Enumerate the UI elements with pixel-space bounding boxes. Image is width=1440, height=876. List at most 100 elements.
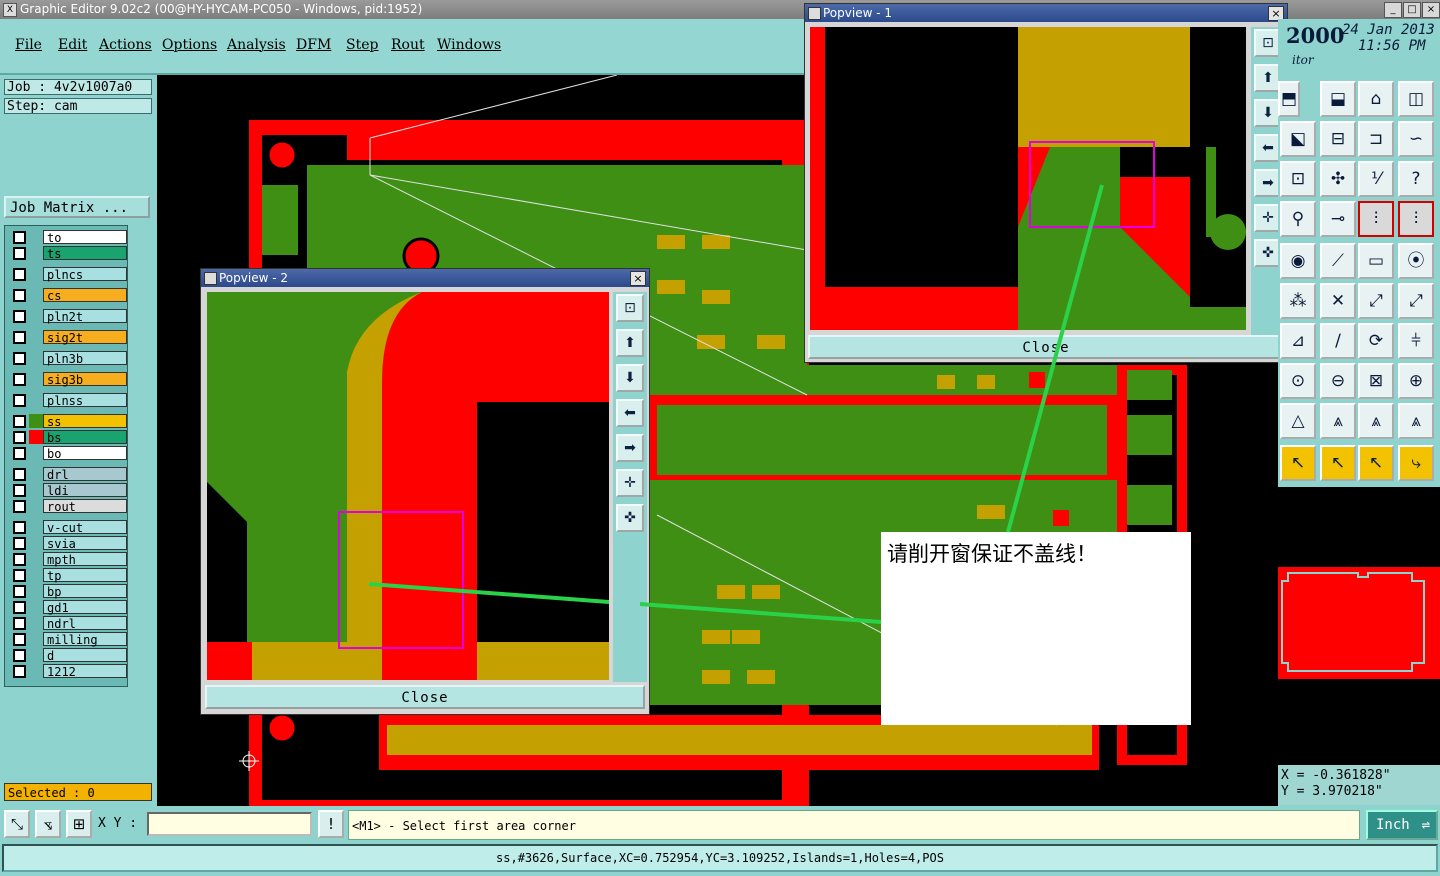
layer-name[interactable]: plnss [43, 393, 127, 408]
scale-icon[interactable]: ⅟ [1358, 161, 1394, 197]
layer-name[interactable]: to [43, 230, 127, 245]
layer-name[interactable]: ldi [43, 483, 127, 498]
minus-icon[interactable]: ⊖ [1320, 363, 1356, 399]
layer-name[interactable]: milling [43, 632, 127, 647]
layer-row-rout[interactable]: rout [9, 499, 127, 514]
layer-checkbox[interactable] [13, 394, 26, 407]
layer-name[interactable]: bo [43, 446, 127, 461]
layer-name[interactable]: svia [43, 536, 127, 551]
layer-checkbox[interactable] [13, 310, 26, 323]
cross-icon[interactable]: ✕ [1320, 283, 1356, 319]
layer-row-sig3b[interactable]: sig3b [9, 372, 127, 387]
pan-icon[interactable]: ✣ [1320, 161, 1356, 197]
layer-name[interactable]: cs [43, 288, 127, 303]
ruler-icon[interactable]: ▭ [1358, 243, 1394, 279]
menu-step[interactable]: Step [346, 37, 378, 53]
layer-checkbox[interactable] [13, 649, 26, 662]
layer-row-drl[interactable]: drl [9, 467, 127, 482]
layer-checkbox[interactable] [13, 289, 26, 302]
layer-row-v-cut[interactable]: v-cut [9, 520, 127, 535]
layer-name[interactable]: bp [43, 584, 127, 599]
pad-icon[interactable]: ◉ [1280, 243, 1316, 279]
menu-rout[interactable]: Rout [391, 37, 425, 53]
pointer-icon[interactable]: ↖ [1280, 445, 1316, 481]
menu-windows[interactable]: Windows [437, 37, 501, 53]
home-icon[interactable]: ⌂ [1358, 81, 1394, 117]
copy-icon[interactable]: ⬕ [1280, 121, 1316, 157]
menu-options[interactable]: Options [162, 37, 217, 53]
maximize-button[interactable]: □ [1403, 2, 1421, 18]
mirror-icon[interactable]: ⊐ [1358, 121, 1394, 157]
line-icon[interactable]: ⟋ [1320, 243, 1356, 279]
route-icon[interactable]: ⤷ [1398, 445, 1434, 481]
xy-input[interactable] [147, 812, 312, 836]
layer-row-plnss[interactable]: plnss [9, 393, 127, 408]
zoom-out-icon[interactable]: ✜ [616, 504, 644, 532]
popview-1-view[interactable] [810, 27, 1246, 330]
pan-down-icon[interactable]: ⬇ [616, 364, 644, 392]
info-button[interactable]: ! [318, 810, 344, 838]
pan-right-icon[interactable]: ➡ [616, 434, 644, 462]
layer-checkbox[interactable] [13, 553, 26, 566]
layer-name[interactable]: pln2t [43, 309, 127, 324]
layer-row-to[interactable]: to [9, 230, 127, 245]
layer-row-1212[interactable]: 1212 [9, 664, 127, 679]
mini-map[interactable] [1278, 567, 1440, 679]
layer-name[interactable]: sig2t [43, 330, 127, 345]
select-icon[interactable]: ⬓ [1320, 81, 1356, 117]
layer-row-sig2t[interactable]: sig2t [9, 330, 127, 345]
measure-icon[interactable]: ⦪ [35, 810, 61, 838]
app-icon[interactable]: X [3, 3, 17, 17]
connect-icon[interactable]: ⁂ [1280, 283, 1316, 319]
layer-checkbox[interactable] [13, 247, 26, 260]
layer-row-ndrl[interactable]: ndrl [9, 616, 127, 631]
layer-row-ldi[interactable]: ldi [9, 483, 127, 498]
layer-row-ss[interactable]: ss [9, 414, 127, 429]
popview-2-close-button[interactable]: Close [205, 685, 645, 709]
slash-icon[interactable]: ∕ [1320, 323, 1356, 359]
layer-row-pln2t[interactable]: pln2t [9, 309, 127, 324]
via-icon[interactable]: ⊙ [1280, 363, 1316, 399]
layer-checkbox[interactable] [13, 521, 26, 534]
layer-name[interactable]: tp [43, 568, 127, 583]
layer-row-tp[interactable]: tp [9, 568, 127, 583]
popview-1-close-button[interactable]: Close [808, 335, 1284, 359]
layer-checkbox[interactable] [13, 373, 26, 386]
layer-name[interactable]: d [43, 648, 127, 663]
angle-icon[interactable]: ⊿ [1280, 323, 1316, 359]
layer-name[interactable]: ss [43, 414, 127, 429]
layer-checkbox[interactable] [13, 569, 26, 582]
help-icon[interactable]: ? [1398, 161, 1434, 197]
layer-row-d[interactable]: d [9, 648, 127, 663]
layer-row-bs[interactable]: bs [9, 430, 127, 445]
target-icon[interactable]: ⦿ [1398, 243, 1434, 279]
layer-row-bo[interactable]: bo [9, 446, 127, 461]
arc-alt-icon[interactable]: ⤢ [1398, 283, 1434, 319]
popview-1-titlebar[interactable]: Popview - 1 × [805, 4, 1287, 22]
snap-icon[interactable]: ⤡ [4, 810, 30, 838]
layer-stack-alt-icon[interactable]: ⫶ [1398, 201, 1434, 237]
layer-checkbox[interactable] [13, 617, 26, 630]
layer-checkbox[interactable] [13, 484, 26, 497]
fit-icon[interactable]: ⊡ [1280, 161, 1316, 197]
job-matrix-button[interactable]: Job Matrix ... [4, 196, 150, 218]
menu-dfm[interactable]: DFM [296, 37, 331, 53]
layer-row-ts[interactable]: ts [9, 246, 127, 261]
layer-checkbox[interactable] [13, 231, 26, 244]
pointer-box-icon[interactable]: ↖ [1320, 445, 1356, 481]
popview-2-titlebar[interactable]: Popview - 2 × [201, 269, 649, 287]
layer-checkbox[interactable] [13, 665, 26, 678]
layer-name[interactable]: 1212 [43, 664, 127, 679]
layer-checkbox[interactable] [13, 415, 26, 428]
board-icon[interactable]: ⊠ [1358, 363, 1394, 399]
layer-row-cs[interactable]: cs [9, 288, 127, 303]
menu-file[interactable]: File [15, 37, 42, 53]
grid-icon[interactable]: ⊞ [66, 810, 92, 838]
menu-analysis[interactable]: Analysis [227, 37, 286, 53]
close-window-button[interactable]: × [1422, 2, 1440, 18]
popview-2-close-icon[interactable]: × [630, 271, 646, 286]
probe-icon[interactable]: ⊸ [1320, 201, 1356, 237]
unit-selector[interactable]: Inch ⇌ [1366, 810, 1438, 840]
layer-row-pln3b[interactable]: pln3b [9, 351, 127, 366]
menu-edit[interactable]: Edit [58, 37, 87, 53]
